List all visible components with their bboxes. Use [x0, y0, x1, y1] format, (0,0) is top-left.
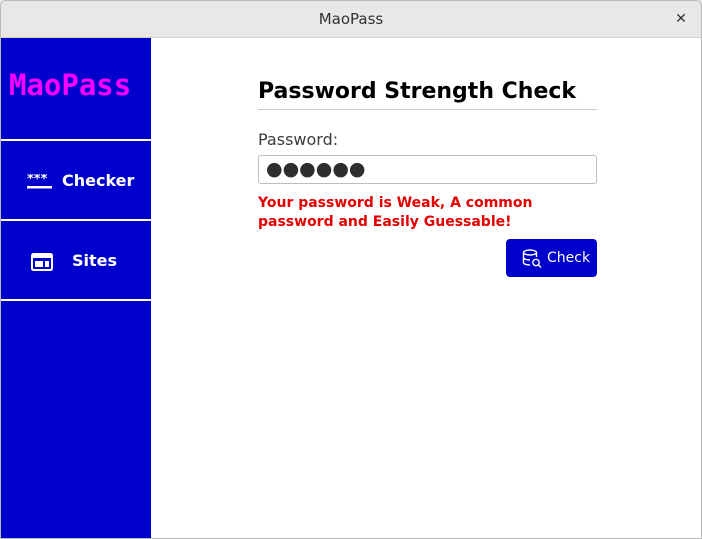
password-field[interactable]: ●●●●●●: [258, 155, 597, 184]
sidebar-item-sites[interactable]: Sites: [1, 221, 151, 301]
close-icon: ✕: [675, 11, 687, 27]
brand-area: MaoPass: [1, 38, 151, 141]
svg-text:***: ***: [27, 174, 48, 187]
sidebar-item-label: Sites: [72, 251, 118, 270]
app-window: MaoPass ✕ MaoPass *** Checker Sites Pass…: [0, 0, 702, 539]
main-content: Password Strength Check Password: ●●●●●●…: [151, 38, 701, 538]
window-title: MaoPass: [318, 10, 384, 28]
close-button[interactable]: ✕: [669, 7, 693, 31]
database-search-icon: [522, 249, 542, 273]
password-dots-icon: ***: [27, 172, 53, 194]
web-page-icon: [31, 253, 53, 275]
brand-logo-text: MaoPass: [9, 68, 132, 102]
password-label: Password:: [258, 130, 339, 149]
check-button[interactable]: Check: [506, 239, 597, 277]
sidebar-item-label: Checker: [62, 171, 135, 190]
strength-result-message: Your password is Weak, A common password…: [258, 195, 533, 230]
check-button-label: Check: [547, 250, 591, 266]
sidebar: MaoPass *** Checker Sites: [1, 38, 151, 538]
title-bar[interactable]: MaoPass ✕: [1, 1, 701, 38]
sidebar-item-checker[interactable]: *** Checker: [1, 141, 151, 221]
page-title: Password Strength Check: [258, 78, 597, 110]
